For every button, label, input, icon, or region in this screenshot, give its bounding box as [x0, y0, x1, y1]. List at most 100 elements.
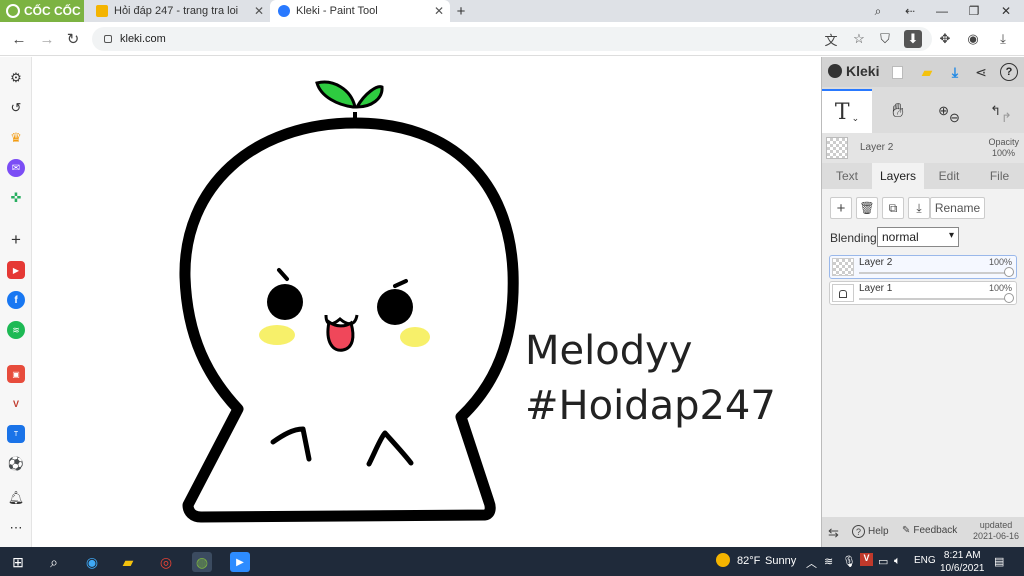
clock[interactable]: 8:21 AM 10/6/2021	[940, 549, 985, 575]
tab-text[interactable]: Text	[822, 163, 872, 189]
network-icon[interactable]: ≋	[824, 555, 833, 568]
notification-bell-icon[interactable]: 🔔︎	[7, 489, 25, 507]
back-arrow-icon[interactable]: ⇠	[894, 0, 926, 22]
sun-icon	[716, 553, 730, 567]
hand-tool-icon[interactable]: ✋︎	[878, 89, 918, 133]
add-shortcut-icon[interactable]: +	[7, 230, 25, 249]
layer-opacity-slider[interactable]	[859, 298, 1010, 300]
drawing-canvas[interactable]: Melodyy #Hoidap247	[33, 57, 821, 547]
search-icon[interactable]: ⌕	[44, 552, 64, 572]
vivaldi-tray-icon[interactable]: V	[860, 553, 873, 566]
rename-button[interactable]: Rename	[930, 197, 985, 219]
toolbar: ← → ↻ kleki.com 文 ☆ ⛉ ⬇ ✥ ◉ ⤓	[0, 22, 1024, 56]
download-page-icon[interactable]: ⬇	[904, 30, 922, 48]
chrome-icon[interactable]: ◎	[156, 552, 176, 572]
new-image-icon[interactable]	[888, 63, 906, 81]
youtube-icon[interactable]: ▶	[7, 261, 25, 279]
language-indicator[interactable]: ENG	[914, 555, 936, 566]
notification-center-icon[interactable]: ▤	[994, 555, 1004, 568]
text-tool-icon[interactable]: T ⌄	[822, 89, 872, 133]
spotify-icon[interactable]: ≋	[7, 321, 25, 339]
blending-label: Blending	[830, 231, 877, 245]
close-tab-icon[interactable]: ✕	[254, 4, 264, 18]
share-icon[interactable]: ⋖	[972, 63, 990, 81]
brand-label: CỐC CỐC	[24, 4, 81, 18]
slider-knob[interactable]	[1004, 293, 1014, 303]
profile-icon[interactable]: ◉	[964, 30, 982, 48]
coccoc-brand-button[interactable]: CỐC CỐC	[0, 0, 84, 22]
tab-kleki[interactable]: Kleki - Paint Tool ✕	[270, 0, 450, 22]
restore-button[interactable]: ❐	[958, 0, 990, 22]
save-download-icon[interactable]: ⤓	[946, 63, 964, 81]
drawing-text-line1: Melodyy	[525, 328, 692, 374]
tab-strip: CỐC CỐC Hỏi đáp 247 - trang tra loi ✕ Kl…	[0, 0, 1024, 22]
tiki-icon[interactable]: T	[7, 425, 25, 443]
edge-icon[interactable]: ◉	[82, 552, 102, 572]
reload-button[interactable]: ↻	[62, 28, 84, 50]
address-bar[interactable]: kleki.com	[92, 27, 932, 51]
help-icon[interactable]: ?	[1000, 63, 1018, 81]
shopee-icon[interactable]: ▣	[7, 365, 25, 383]
sprout-leaf-right	[354, 85, 384, 109]
help-link[interactable]: ? Help	[852, 525, 889, 538]
layer-thumbnail	[832, 258, 854, 276]
current-layer-info: Layer 2 Opacity 100%	[822, 133, 1024, 163]
extensions-icon[interactable]: ✥	[936, 30, 954, 48]
downloads-icon[interactable]: ⤓	[994, 30, 1012, 48]
slider-knob[interactable]	[1004, 267, 1014, 277]
forward-button[interactable]: →	[36, 28, 58, 50]
soccer-icon[interactable]: ⚽	[7, 455, 25, 473]
coccoc-taskbar-icon[interactable]: ◍	[192, 552, 212, 572]
volume-icon[interactable]: 🔈︎	[894, 555, 901, 568]
settings-icon[interactable]: ⚙	[7, 69, 25, 87]
history-icon[interactable]: ↺	[7, 99, 25, 117]
translate-icon[interactable]: 文	[822, 30, 840, 48]
bookmark-star-icon[interactable]: ☆	[850, 30, 868, 48]
layer-opacity-slider[interactable]	[859, 272, 1010, 274]
vtv-icon[interactable]: V	[7, 395, 25, 413]
updated-info: updated 2021-06-16	[973, 520, 1019, 542]
search-tabs-icon[interactable]: ⌕	[862, 0, 894, 22]
add-layer-icon[interactable]: +	[830, 197, 852, 219]
clock-date: 10/6/2021	[940, 563, 985, 574]
tab-layers[interactable]: Layers	[872, 163, 924, 189]
minimize-button[interactable]: —	[926, 0, 958, 22]
zoom-icon[interactable]: ⊕ ⊖	[926, 89, 972, 133]
feedback-link[interactable]: ✎ Feedback	[902, 525, 957, 536]
zoom-app-icon[interactable]: ▶	[230, 552, 250, 572]
delete-layer-icon[interactable]: 🗑︎	[856, 197, 878, 219]
new-tab-button[interactable]: +	[450, 0, 472, 22]
layer-opacity: 100%	[988, 257, 1012, 267]
current-layer-name: Layer 2	[860, 142, 894, 153]
back-button[interactable]: ←	[8, 28, 30, 50]
close-window-button[interactable]: ✕	[990, 0, 1022, 22]
undo-redo-icon[interactable]: ↰ ↱	[978, 89, 1024, 133]
shield-icon[interactable]: ⛉	[876, 30, 894, 48]
weather-temp[interactable]: 82°F	[737, 555, 760, 567]
open-folder-icon[interactable]: ▰	[918, 63, 936, 81]
close-tab-icon[interactable]: ✕	[434, 4, 444, 18]
tray-chevron-icon[interactable]: ︿	[806, 555, 817, 571]
game-icon[interactable]: ✜	[7, 189, 25, 207]
merge-layer-icon[interactable]: ⤓	[908, 197, 930, 219]
file-explorer-icon[interactable]: ▰	[118, 552, 138, 572]
messenger-icon[interactable]: ✉	[7, 159, 25, 177]
hoidap-favicon-icon	[96, 5, 108, 17]
crown-icon[interactable]: ♛	[7, 129, 25, 147]
microphone-icon[interactable]: 🎙︎	[842, 555, 856, 568]
layer-item[interactable]: Layer 1 100%	[829, 281, 1017, 305]
swap-sides-icon[interactable]: ⇆	[828, 525, 839, 541]
tab-file[interactable]: File	[974, 163, 1024, 189]
more-icon[interactable]: ⋯	[7, 519, 25, 537]
left-blush	[259, 325, 295, 345]
tab-edit[interactable]: Edit	[924, 163, 974, 189]
battery-icon[interactable]: ▭	[878, 555, 888, 568]
duplicate-layer-icon[interactable]: ⧉	[882, 197, 904, 219]
blending-select[interactable]: normal	[877, 227, 959, 247]
windows-start-icon[interactable]: ⊞	[8, 552, 28, 572]
tab-hoidap[interactable]: Hỏi đáp 247 - trang tra loi ✕	[88, 0, 270, 22]
url-text: kleki.com	[120, 33, 166, 45]
weather-text[interactable]: Sunny	[765, 555, 796, 567]
layer-item[interactable]: Layer 2 100%	[829, 255, 1017, 279]
facebook-icon[interactable]: f	[7, 291, 25, 309]
